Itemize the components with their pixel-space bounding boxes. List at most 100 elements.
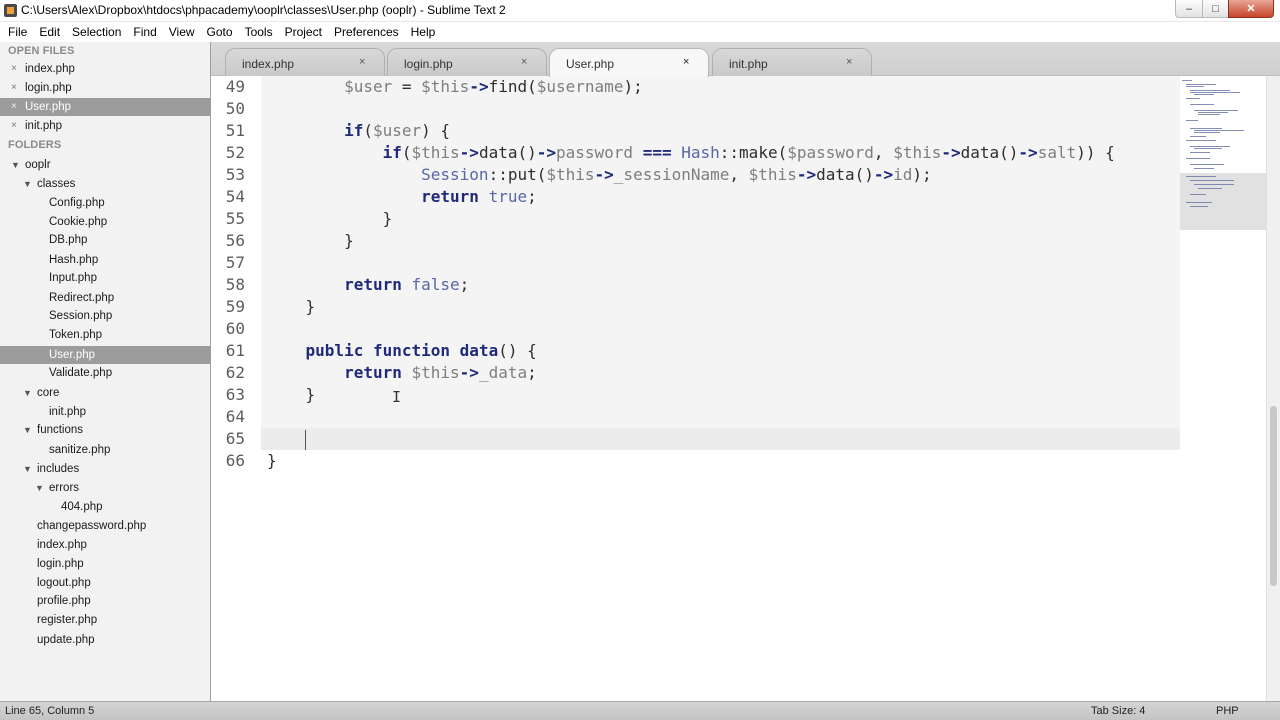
code-token: find( <box>488 77 537 96</box>
tab-size-indicator[interactable]: Tab Size: 4 <box>1091 705 1145 717</box>
menu-tools[interactable]: Tools <box>239 22 279 42</box>
file-item[interactable]: Validate.php <box>0 364 210 382</box>
code-line[interactable]: return $this->_data; <box>267 362 537 384</box>
tab-init-php[interactable]: init.php × <box>712 48 872 76</box>
close-icon[interactable]: × <box>11 60 17 78</box>
code-line-background <box>261 406 1180 428</box>
code-line[interactable]: if($user) { <box>267 120 450 142</box>
folder-item[interactable]: ▼ ooplr <box>0 156 210 174</box>
chevron-down-icon[interactable]: ▼ <box>23 175 32 193</box>
close-icon[interactable]: × <box>846 56 852 68</box>
minimap-line <box>1186 158 1210 159</box>
file-item[interactable]: Cookie.php <box>0 213 210 231</box>
code-token: salt <box>1037 143 1077 162</box>
tab-user-php[interactable]: User.php × <box>549 48 709 77</box>
minimap[interactable] <box>1180 76 1266 701</box>
close-icon[interactable]: × <box>11 98 17 116</box>
close-icon[interactable]: × <box>11 117 17 135</box>
close-window-button[interactable]: ✕ <box>1228 0 1274 18</box>
close-icon[interactable]: × <box>359 56 365 68</box>
code-token: ); <box>623 77 643 96</box>
chevron-down-icon[interactable]: ▼ <box>11 156 20 174</box>
folder-item[interactable]: ▼ errors <box>0 479 210 497</box>
line-number: 59 <box>225 297 245 316</box>
folder-item[interactable]: ▼ includes <box>0 460 210 478</box>
file-item[interactable]: logout.php <box>0 574 210 592</box>
menu-help[interactable]: Help <box>405 22 442 42</box>
file-label: 404.php <box>61 501 103 513</box>
file-item[interactable]: Input.php <box>0 269 210 287</box>
folder-item[interactable]: ▼ classes <box>0 175 210 193</box>
close-icon[interactable]: × <box>521 56 527 68</box>
open-file-item[interactable]: × login.php <box>0 79 210 97</box>
code-line[interactable]: } <box>267 208 393 230</box>
open-file-item[interactable]: × init.php <box>0 117 210 135</box>
chevron-down-icon[interactable]: ▼ <box>23 421 32 439</box>
open-file-item[interactable]: × index.php <box>0 60 210 78</box>
file-item[interactable]: index.php <box>0 536 210 554</box>
menu-project[interactable]: Project <box>279 22 328 42</box>
folder-item[interactable]: ▼ functions <box>0 421 210 439</box>
code-line[interactable]: return false; <box>267 274 469 296</box>
menu-view[interactable]: View <box>163 22 201 42</box>
file-item[interactable]: changepassword.php <box>0 517 210 535</box>
file-item[interactable]: DB.php <box>0 231 210 249</box>
file-item[interactable]: Token.php <box>0 326 210 344</box>
menu-edit[interactable]: Edit <box>33 22 66 42</box>
code-line[interactable]: if($this->data()->password === Hash::mak… <box>267 142 1115 164</box>
vertical-scrollbar[interactable] <box>1266 76 1280 701</box>
chevron-down-icon[interactable]: ▼ <box>23 384 32 402</box>
chevron-down-icon[interactable]: ▼ <box>35 479 44 497</box>
file-item[interactable]: Hash.php <box>0 251 210 269</box>
file-item[interactable]: Config.php <box>0 194 210 212</box>
code-line-background <box>261 208 1180 230</box>
file-item[interactable]: profile.php <box>0 592 210 610</box>
file-item[interactable]: sanitize.php <box>0 441 210 459</box>
code-token: password <box>556 143 634 162</box>
code-line[interactable]: } <box>267 384 316 406</box>
code-token: false <box>411 275 460 294</box>
menu-find[interactable]: Find <box>127 22 162 42</box>
file-item[interactable]: init.php <box>0 403 210 421</box>
code-line[interactable]: } <box>267 230 354 252</box>
file-item[interactable]: login.php <box>0 555 210 573</box>
open-file-label: init.php <box>25 120 63 132</box>
file-item[interactable]: 404.php <box>0 498 210 516</box>
minimap-line <box>1190 152 1210 153</box>
code-line[interactable]: return true; <box>267 186 537 208</box>
syntax-indicator[interactable]: PHP <box>1216 705 1239 717</box>
folder-item[interactable]: ▼ core <box>0 384 210 402</box>
open-file-item[interactable]: × User.php <box>0 98 210 116</box>
code-line[interactable]: public function data() { <box>267 340 537 362</box>
chevron-down-icon[interactable]: ▼ <box>23 460 32 478</box>
line-number: 55 <box>225 209 245 228</box>
minimize-button[interactable]: – <box>1175 0 1203 18</box>
code-line[interactable]: Session::put($this->_sessionName, $this-… <box>267 164 932 186</box>
close-icon[interactable]: × <box>11 79 17 97</box>
menu-preferences[interactable]: Preferences <box>328 22 405 42</box>
maximize-button[interactable]: □ <box>1202 0 1229 18</box>
scrollbar-thumb[interactable] <box>1270 406 1277 586</box>
file-item[interactable]: Session.php <box>0 307 210 325</box>
file-label: Hash.php <box>49 254 99 266</box>
code-line[interactable]: $user = $this->find($username); <box>267 76 643 98</box>
file-item[interactable]: register.php <box>0 611 210 629</box>
minimap-line <box>1194 94 1214 95</box>
code-line[interactable]: } <box>267 450 277 472</box>
minimap-line <box>1186 202 1212 203</box>
file-label: logout.php <box>37 577 91 589</box>
file-item[interactable]: update.php <box>0 631 210 649</box>
code-editor[interactable]: $user = $this->find($username); if($user… <box>211 76 1280 701</box>
close-icon[interactable]: × <box>683 56 689 68</box>
code-line[interactable]: } <box>267 296 316 318</box>
menu-selection[interactable]: Selection <box>66 22 127 42</box>
file-item[interactable]: Redirect.php <box>0 289 210 307</box>
tab-login-php[interactable]: login.php × <box>387 48 547 76</box>
menu-goto[interactable]: Goto <box>201 22 239 42</box>
tab-index-php[interactable]: index.php × <box>225 48 385 76</box>
code-token: } <box>267 451 277 470</box>
file-item[interactable]: User.php <box>0 346 210 364</box>
menu-file[interactable]: File <box>2 22 33 42</box>
